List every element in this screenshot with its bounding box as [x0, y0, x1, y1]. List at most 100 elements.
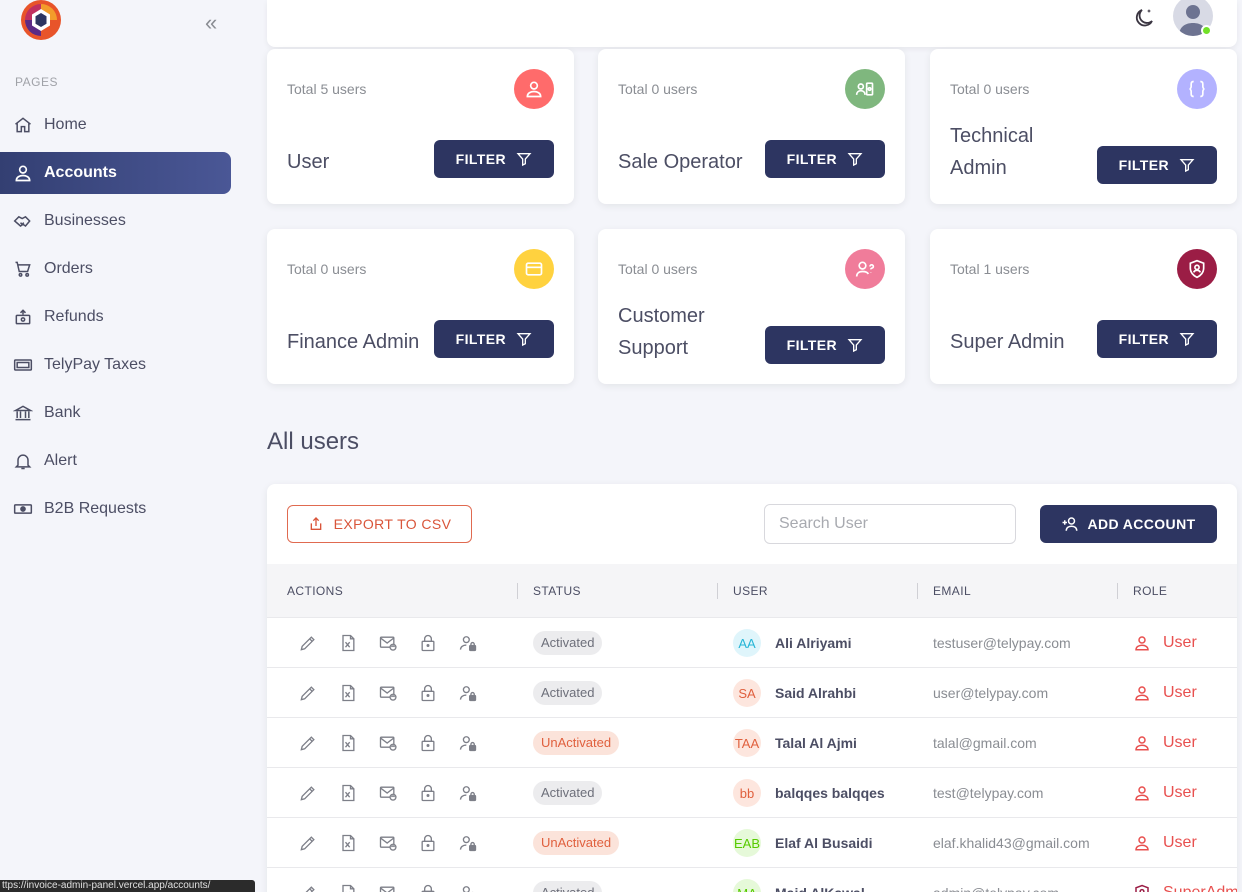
filter-button[interactable]: FILTER — [764, 326, 885, 364]
cash-icon — [12, 498, 34, 520]
credit-card-icon — [514, 249, 554, 289]
user-role: User — [1133, 668, 1197, 718]
header-status[interactable]: STATUS — [533, 564, 581, 618]
filter-button[interactable]: FILTER — [433, 320, 554, 358]
user-lock-icon[interactable] — [457, 632, 479, 654]
add-account-button[interactable]: ADD ACCOUNT — [1040, 505, 1217, 543]
sidebar-item-refunds[interactable]: Refunds — [0, 296, 231, 338]
handshake-icon — [12, 210, 34, 232]
refund-icon — [12, 306, 34, 328]
user-initials-avatar: EAB — [733, 829, 761, 857]
lock-icon[interactable] — [417, 682, 439, 704]
excel-icon[interactable] — [337, 632, 359, 654]
lock-icon[interactable] — [417, 732, 439, 754]
sidebar-item-alert[interactable]: Alert — [0, 440, 231, 482]
email-resend-icon[interactable] — [377, 782, 399, 804]
user-lock-icon[interactable] — [457, 682, 479, 704]
sidebar-item-accounts[interactable]: Accounts — [0, 152, 231, 194]
edit-icon[interactable] — [297, 882, 319, 892]
user-name[interactable]: Said Alrahbi — [775, 668, 856, 718]
user-lock-icon[interactable] — [457, 782, 479, 804]
excel-icon[interactable] — [337, 832, 359, 854]
role-card-finance-admin: Total 0 users Finance Admin FILTER — [267, 229, 574, 384]
status-badge: Activated — [533, 781, 603, 805]
user-name[interactable]: Ali Alriyami — [775, 618, 852, 668]
lock-icon[interactable] — [417, 832, 439, 854]
edit-icon[interactable] — [297, 832, 319, 854]
column-divider[interactable] — [717, 583, 718, 599]
header-role[interactable]: ROLE — [1133, 564, 1167, 618]
edit-icon[interactable] — [297, 632, 319, 654]
user-name[interactable]: balqqes balqqes — [775, 768, 885, 818]
lock-icon[interactable] — [417, 782, 439, 804]
table-row: UnActivated TAA Talal Al Ajmi talal@gmail.c… — [267, 718, 1237, 768]
email-resend-icon[interactable] — [377, 682, 399, 704]
user-role: User — [1133, 618, 1197, 668]
edit-icon[interactable] — [297, 682, 319, 704]
user-lock-icon[interactable] — [457, 732, 479, 754]
sidebar: « PAGES Home Accounts Businesses Orders … — [0, 0, 250, 892]
user-email: testuser@telypay.com — [933, 635, 1071, 651]
sidebar-item-telypay-taxes[interactable]: TelyPay Taxes — [0, 344, 231, 386]
role-label: User — [1163, 634, 1197, 651]
sidebar-item-label: Refunds — [44, 308, 104, 325]
sidebar-item-label: Orders — [44, 260, 93, 277]
role-label: User — [1163, 734, 1197, 751]
column-divider[interactable] — [1117, 583, 1118, 599]
lock-icon[interactable] — [417, 632, 439, 654]
email-resend-icon[interactable] — [377, 632, 399, 654]
sidebar-item-label: B2B Requests — [44, 500, 147, 517]
user-name[interactable]: Talal Al Ajmi — [775, 718, 857, 768]
email-resend-icon[interactable] — [377, 832, 399, 854]
user-lock-icon[interactable] — [457, 882, 479, 892]
excel-icon[interactable] — [337, 682, 359, 704]
header-email[interactable]: EMAIL — [933, 564, 971, 618]
sidebar-item-label: TelyPay Taxes — [44, 356, 146, 373]
top-bar — [267, 0, 1237, 47]
role-name: Sale Operator — [618, 151, 743, 173]
dark-mode-icon[interactable] — [1132, 6, 1156, 30]
email-resend-icon[interactable] — [377, 732, 399, 754]
header-user[interactable]: USER — [733, 564, 768, 618]
account-icon — [12, 162, 34, 184]
sidebar-item-label: Businesses — [44, 212, 126, 229]
user-lock-icon[interactable] — [457, 832, 479, 854]
filter-button[interactable]: FILTER — [1096, 146, 1217, 184]
filter-button[interactable]: FILTER — [433, 140, 554, 178]
user-name[interactable]: Elaf Al Busaidi — [775, 818, 873, 868]
lock-icon[interactable] — [417, 882, 439, 892]
excel-icon[interactable] — [337, 732, 359, 754]
sidebar-item-businesses[interactable]: Businesses — [0, 200, 231, 242]
code-braces-icon — [1177, 69, 1217, 109]
user-name[interactable]: Majd AlKawal — [775, 868, 865, 892]
user-email: user@telypay.com — [933, 685, 1049, 701]
excel-icon[interactable] — [337, 782, 359, 804]
user-role: User — [1133, 718, 1197, 768]
sidebar-item-label: Accounts — [44, 164, 117, 181]
user-role-icon — [1135, 636, 1149, 651]
sidebar-item-b2b-requests[interactable]: B2B Requests — [0, 488, 231, 530]
edit-icon[interactable] — [297, 732, 319, 754]
user-role: SuperAdmin — [1133, 868, 1237, 892]
row-actions — [297, 868, 479, 892]
role-name: Super Admin — [950, 331, 1065, 353]
sidebar-item-orders[interactable]: Orders — [0, 248, 231, 290]
excel-icon[interactable] — [337, 882, 359, 892]
collapse-sidebar-icon[interactable]: « — [205, 12, 227, 34]
status-badge: Activated — [533, 681, 603, 705]
filter-button[interactable]: FILTER — [764, 140, 885, 178]
role-name: User — [287, 151, 330, 173]
email-resend-icon[interactable] — [377, 882, 399, 892]
role-label: User — [1163, 784, 1197, 801]
search-user-input[interactable] — [764, 504, 1016, 544]
edit-icon[interactable] — [297, 782, 319, 804]
filter-button[interactable]: FILTER — [1096, 320, 1217, 358]
app-logo[interactable] — [20, 0, 62, 40]
column-divider[interactable] — [917, 583, 918, 599]
filter-label: FILTER — [455, 331, 506, 347]
sidebar-item-bank[interactable]: Bank — [0, 392, 231, 434]
filter-icon — [1179, 159, 1195, 173]
sidebar-item-home[interactable]: Home — [0, 104, 231, 146]
export-csv-button[interactable]: EXPORT TO CSV — [287, 505, 472, 543]
column-divider[interactable] — [517, 583, 518, 599]
